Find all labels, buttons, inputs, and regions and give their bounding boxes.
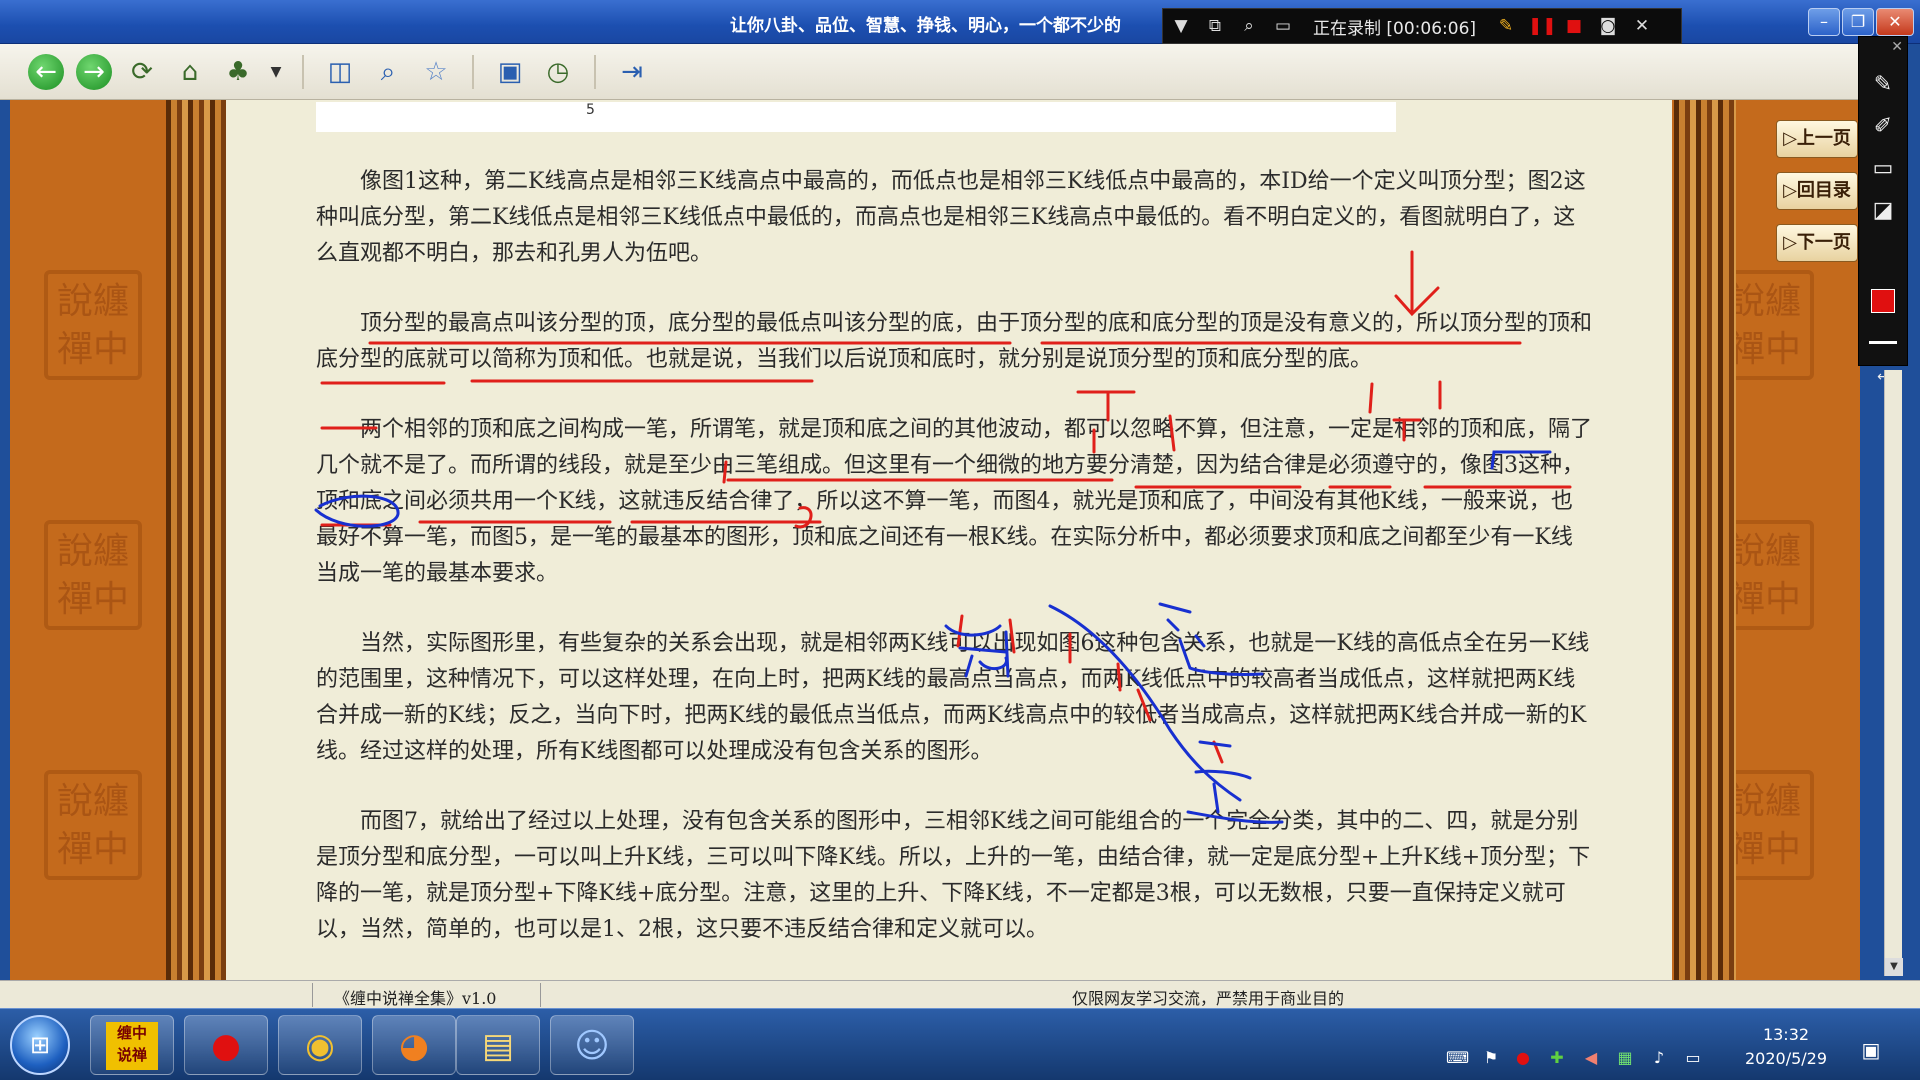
left-border (166, 100, 228, 980)
toolbar-separator (472, 54, 474, 89)
highlighter-icon[interactable]: ✐ (1865, 109, 1901, 145)
zoom-icon[interactable]: ⌕ (1237, 14, 1261, 38)
record-tray-icon[interactable]: ● (1512, 1047, 1534, 1069)
camera-icon[interactable]: ◙ (1596, 14, 1620, 38)
chrome-icon[interactable]: ◉ (278, 1015, 362, 1075)
forward-icon[interactable]: → (76, 53, 112, 90)
next-page-button[interactable]: ▷下一页 (1776, 224, 1858, 262)
toolbar: ← → ⟳ ⌂ ♣ ▼ ◫ ⌕ ☆ ▣ ◷ ⇥ (0, 44, 1860, 100)
scroll-down-icon[interactable]: ▼ (1885, 958, 1903, 976)
scrollbar[interactable]: ▼ (1884, 370, 1903, 976)
copyright-note: 仅限网友学习交流，严禁用于商业目的 (1072, 989, 1345, 1008)
paragraph: 两个相邻的顶和底之间构成一笔，所谓笔，就是顶和底之间的其他波动，都可以忽略不算，… (316, 417, 1593, 586)
plus-icon[interactable]: ✚ (1546, 1047, 1568, 1069)
taskbar: ⊞ 缠中 说禅 ● ◉ ◕ ▤ ☺ ⌨ ⚑ ● ✚ ◀ ▦ ♪ ▭ 13:32 … (0, 1008, 1920, 1080)
article-text: 像图1这种，第二K线高点是相邻三K线高点中最高的，而低点也是相邻三K线低点中最高… (316, 164, 1592, 982)
favorite-icon[interactable]: ☆ (418, 54, 454, 90)
clock-time[interactable]: 13:32 (1746, 1025, 1826, 1044)
recorder-close-icon[interactable]: ✕ (1630, 14, 1654, 38)
palette-close-icon[interactable]: ✕ (1891, 39, 1903, 55)
clock-date[interactable]: 2020/5/29 (1736, 1049, 1836, 1068)
back-icon[interactable]: ← (28, 53, 64, 90)
maximize-button[interactable]: ❐ (1842, 8, 1874, 36)
watermark-seal: 說纏禪中 (44, 770, 142, 880)
rectangle-icon[interactable]: ▭ (1865, 151, 1901, 187)
speaker-alert-icon[interactable]: ◀ (1580, 1047, 1602, 1069)
color-swatch[interactable] (1871, 289, 1895, 313)
watermark-seal: 說纏禪中 (44, 270, 142, 380)
page-nav: ▷上一页 ▷回目录 ▷下一页 (1776, 120, 1858, 276)
volume-icon[interactable]: ♪ (1648, 1047, 1670, 1069)
page-number: 5 (586, 102, 595, 118)
prev-page-button[interactable]: ▷上一页 (1776, 120, 1858, 158)
status-separator (312, 983, 313, 1007)
flag-icon[interactable]: ⚑ (1480, 1047, 1502, 1069)
record-icon[interactable]: ● (184, 1015, 268, 1075)
pen-icon[interactable]: ✎ (1494, 14, 1518, 38)
paragraph: 顶分型的最高点叫该分型的顶，底分型的最低点叫该分型的底，由于顶分型的底和底分型的… (316, 311, 1593, 372)
dropdown-icon[interactable]: ▼ (268, 54, 284, 90)
pause-icon[interactable]: ❚❚ (1528, 14, 1557, 38)
paragraph: 当然，实际图形里，有些复杂的关系会出现，就是相邻两K线可以出现如图6这种包含关系… (316, 631, 1590, 764)
network-icon[interactable]: ▦ (1614, 1047, 1636, 1069)
watermark-seal: 說纏禪中 (44, 520, 142, 630)
folder-icon[interactable]: ▤ (456, 1015, 540, 1075)
stop-icon[interactable]: ■ (1562, 14, 1586, 38)
region-icon[interactable]: ▭ (1271, 14, 1295, 38)
firefox-icon[interactable]: ◕ (372, 1015, 456, 1075)
status-bar: 《缠中说禅全集》v1.0 仅限网友学习交流，严禁用于商业目的 (0, 980, 1920, 1008)
close-button[interactable]: ✕ (1876, 8, 1914, 36)
toc-button[interactable]: ▷回目录 (1776, 172, 1858, 210)
figure-strip: 5 (316, 102, 1396, 132)
toolbar-separator (594, 54, 596, 89)
content-area: 說纏禪中 說纏禪中 說纏禪中 說纏禪中 說纏禪中 說纏禪中 5 像图1这种，第二… (10, 100, 1860, 980)
display-icon[interactable]: ▭ (1682, 1047, 1704, 1069)
taskbar-app-chanzhong[interactable]: 缠中 说禅 (90, 1015, 174, 1075)
history-icon[interactable]: ◷ (540, 54, 576, 90)
pen-icon[interactable]: ✎ (1865, 67, 1901, 103)
keyboard-icon[interactable]: ⌨ (1446, 1047, 1469, 1069)
notification-icon[interactable]: ▣ (1860, 1039, 1882, 1061)
search-icon[interactable]: ⌕ (370, 54, 406, 90)
dropdown-icon[interactable]: ▼ (1169, 14, 1193, 38)
home-icon[interactable]: ⌂ (172, 54, 208, 90)
window-title: 让你八卦、品位、智慧、挣钱、明心，一个都不少的 (730, 16, 1121, 36)
window-icon[interactable]: ⧉ (1203, 14, 1227, 38)
toolbar-separator (302, 54, 304, 89)
minimize-button[interactable]: – (1808, 8, 1840, 36)
status-separator (540, 983, 541, 1007)
recorder-toolbar: ▼ ⧉ ⌕ ▭ 正在录制 [00:06:06] ✎ ❚❚ ■ ◙ ✕ (1162, 8, 1682, 44)
tree-icon[interactable]: ♣ (220, 54, 256, 90)
view-icon[interactable]: ▣ (492, 54, 528, 90)
line-width[interactable] (1869, 341, 1897, 344)
right-border (1674, 100, 1736, 980)
recording-status: 正在录制 [00:06:06] (1313, 18, 1477, 39)
refresh-icon[interactable]: ⟳ (124, 54, 160, 90)
eraser-icon[interactable]: ◪ (1865, 193, 1901, 229)
book-title: 《缠中说禅全集》v1.0 (334, 989, 497, 1008)
assistant-icon[interactable]: ☺ (550, 1015, 634, 1075)
panel-icon[interactable]: ◫ (322, 54, 358, 90)
paragraph: 而图7，就给出了经过以上处理，没有包含关系的图形中，三相邻K线之间可能组合的一个… (316, 809, 1591, 942)
start-button[interactable]: ⊞ (10, 1015, 70, 1075)
paragraph: 像图1这种，第二K线高点是相邻三K线高点中最高的，而低点也是相邻三K线低点中最高… (316, 169, 1586, 266)
annotation-palette: ✕ ✎ ✐ ▭ ◪ ↔ (1858, 36, 1908, 385)
exit-icon[interactable]: ⇥ (614, 54, 650, 90)
